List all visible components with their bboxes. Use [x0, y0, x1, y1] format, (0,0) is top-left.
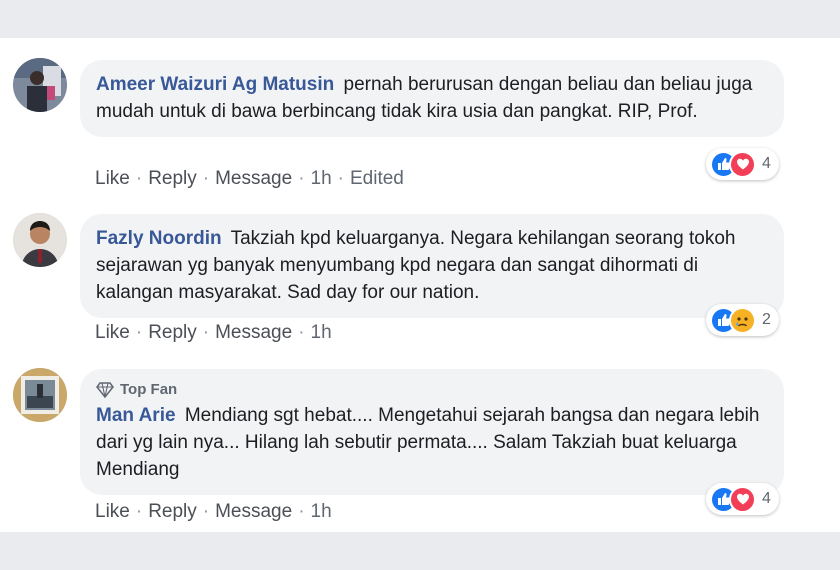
- comment-bubble: Ameer Waizuri Ag Matusin pernah berurusa…: [80, 60, 784, 137]
- separator: ·: [298, 501, 305, 522]
- like-link[interactable]: Like: [95, 168, 130, 189]
- timestamp[interactable]: 1h: [311, 168, 332, 189]
- comment-actions: Like · Reply · Message · 1h: [95, 501, 332, 523]
- avatar[interactable]: [13, 58, 67, 112]
- comment-author[interactable]: Man Arie: [96, 405, 176, 426]
- avatar-photo: [13, 368, 67, 422]
- timestamp[interactable]: 1h: [311, 322, 332, 343]
- avatar-photo: [13, 58, 67, 112]
- reaction-count: 4: [762, 155, 771, 172]
- love-icon: [729, 150, 756, 178]
- reply-link[interactable]: Reply: [148, 168, 197, 189]
- avatar[interactable]: [13, 213, 67, 267]
- comment-actions: Like · Reply · Message · 1h: [95, 322, 332, 344]
- comment-author[interactable]: Ameer Waizuri Ag Matusin: [96, 74, 334, 95]
- reaction-count: 4: [762, 490, 771, 507]
- separator: ·: [202, 168, 210, 189]
- separator: ·: [202, 501, 210, 522]
- separator: ·: [298, 322, 305, 343]
- diamond-icon: [96, 382, 114, 398]
- reaction-count: 2: [762, 311, 771, 328]
- message-link[interactable]: Message: [215, 501, 292, 522]
- comment-bubble: Fazly Noordin Takziah kpd keluarganya. N…: [80, 214, 784, 318]
- reaction-summary[interactable]: 4: [706, 483, 779, 515]
- bottom-background-band: [0, 532, 840, 570]
- separator: ·: [298, 168, 305, 189]
- comment-actions: Like · Reply · Message · 1h · Edited: [95, 168, 404, 190]
- reply-link[interactable]: Reply: [148, 322, 197, 343]
- timestamp[interactable]: 1h: [311, 501, 332, 522]
- reaction-summary[interactable]: 2: [706, 304, 779, 336]
- avatar[interactable]: [13, 368, 67, 422]
- separator: ·: [135, 168, 143, 189]
- message-link[interactable]: Message: [215, 322, 292, 343]
- top-background-band: [0, 0, 840, 38]
- like-link[interactable]: Like: [95, 322, 130, 343]
- like-link[interactable]: Like: [95, 501, 130, 522]
- comment-text: Mendiang sgt hebat.... Mengetahui sejara…: [96, 405, 760, 480]
- reply-link[interactable]: Reply: [148, 501, 197, 522]
- separator: ·: [135, 501, 143, 522]
- top-fan-badge[interactable]: Top Fan: [96, 380, 768, 400]
- separator: ·: [202, 322, 210, 343]
- comment-author[interactable]: Fazly Noordin: [96, 228, 222, 249]
- reaction-summary[interactable]: 4: [706, 148, 779, 180]
- love-icon: [729, 485, 756, 513]
- edited-label[interactable]: Edited: [350, 168, 404, 189]
- separator: ·: [337, 168, 344, 189]
- sad-icon: [729, 306, 756, 334]
- message-link[interactable]: Message: [215, 168, 292, 189]
- comment-bubble: Top Fan Man Arie Mendiang sgt hebat.... …: [80, 369, 784, 495]
- separator: ·: [135, 322, 143, 343]
- avatar-photo: [13, 213, 67, 267]
- badge-label: Top Fan: [120, 381, 178, 398]
